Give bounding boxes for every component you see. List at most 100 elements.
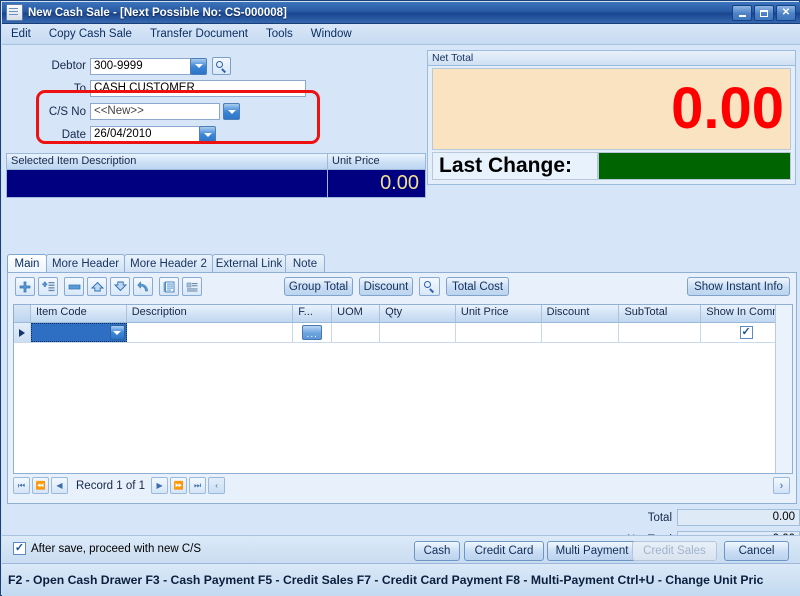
tab-more-header[interactable]: More Header <box>46 254 125 273</box>
maximize-button[interactable] <box>754 5 774 21</box>
debtor-label: Debtor <box>51 60 86 72</box>
date-row: Date 26/04/2010 <box>6 126 216 143</box>
window-title: New Cash Sale - [Next Possible No: CS-00… <box>28 6 287 19</box>
next-page-button[interactable]: ⏩ <box>170 477 188 494</box>
selected-item-description-header: Selected Item Description <box>6 153 328 170</box>
grid-header-description[interactable]: Description <box>127 305 294 322</box>
to-input[interactable]: CASH CUSTOMER <box>90 80 306 97</box>
total-value: 0.00 <box>677 509 800 526</box>
item-code-dropdown-button[interactable] <box>109 325 125 340</box>
tab-external-link[interactable]: External Link <box>212 254 286 273</box>
first-record-button[interactable]: ⏮ <box>13 477 30 494</box>
menu-item-window[interactable]: Window <box>302 26 361 42</box>
prev-page-button[interactable]: ⏪ <box>32 477 49 494</box>
total-cost-button[interactable]: Total Cost <box>446 277 509 296</box>
cash-sale-window: New Cash Sale - [Next Possible No: CS-00… <box>0 0 800 596</box>
cash-button[interactable]: Cash <box>414 541 460 561</box>
net-total-value: 0.00 <box>671 76 784 141</box>
csno-dropdown-button[interactable] <box>223 103 240 120</box>
debtor-row: Debtor 300-9999 <box>6 57 231 75</box>
show-instant-info-button[interactable]: Show Instant Info <box>687 277 790 296</box>
row-indicator <box>14 323 31 342</box>
client-area: Debtor 300-9999 To CASH CUSTOMER C/S No … <box>2 45 800 596</box>
list-icon <box>163 281 175 292</box>
scroll-right-button[interactable]: › <box>773 477 790 494</box>
window-controls: ✕ <box>732 5 796 21</box>
date-input[interactable]: 26/04/2010 <box>90 126 200 143</box>
cell-discount[interactable] <box>541 323 620 342</box>
list-button[interactable] <box>159 277 179 296</box>
date-label: Date <box>61 128 86 141</box>
csno-input[interactable]: <<New>> <box>90 103 220 120</box>
total-label: Total <box>647 511 672 524</box>
debtor-input[interactable]: 300-9999 <box>90 57 191 75</box>
menu-item-tools[interactable]: Tools <box>257 26 302 42</box>
grid-header-unit-price[interactable]: Unit Price <box>456 305 542 322</box>
grid-header-qty[interactable]: Qty <box>380 305 456 322</box>
cancel-button[interactable]: Cancel <box>724 541 789 561</box>
add-icon <box>19 281 31 292</box>
cell-item-code[interactable] <box>30 323 127 342</box>
cell-f[interactable]: ... <box>293 323 333 342</box>
debtor-dropdown-button[interactable] <box>190 57 207 75</box>
credit-card-button[interactable]: Credit Card <box>464 541 544 561</box>
add-row-button[interactable] <box>15 277 35 296</box>
net-total-caption: Net Total <box>428 51 795 66</box>
search-button[interactable] <box>419 277 440 296</box>
close-button[interactable]: ✕ <box>776 5 796 21</box>
grid-header-discount[interactable]: Discount <box>542 305 620 322</box>
minimize-button[interactable] <box>732 5 752 21</box>
tab-more-header-2[interactable]: More Header 2 <box>124 254 213 273</box>
insert-row-button[interactable] <box>38 277 58 296</box>
next-record-button[interactable]: ▶ <box>151 477 169 494</box>
f-ellipsis-button[interactable]: ... <box>302 325 323 340</box>
grid-header-f[interactable]: F... <box>293 305 333 322</box>
after-save-row[interactable]: ✓ After save, proceed with new C/S <box>13 542 201 555</box>
delete-row-button[interactable] <box>64 277 84 296</box>
tab-note[interactable]: Note <box>285 254 325 273</box>
date-dropdown-button[interactable] <box>199 126 216 143</box>
prev-record-button[interactable]: ◀ <box>51 477 68 494</box>
grid-header-subtotal[interactable]: SubTotal <box>619 305 702 322</box>
selected-item-description-value <box>6 170 328 198</box>
move-up-button[interactable] <box>87 277 107 296</box>
cell-uom[interactable] <box>332 323 381 342</box>
grid-header-uom[interactable]: UOM <box>332 305 381 322</box>
grid-header-item-code[interactable]: Item Code <box>31 305 127 322</box>
debtor-lookup-button[interactable] <box>212 57 231 75</box>
after-save-checkbox[interactable]: ✓ <box>13 542 26 555</box>
document-icon <box>6 4 23 21</box>
group-total-button[interactable]: Group Total <box>284 277 353 296</box>
detail-button[interactable] <box>182 277 202 296</box>
grid-vertical-scrollbar[interactable] <box>775 305 792 473</box>
cell-unit-price[interactable] <box>455 323 542 342</box>
collapse-button[interactable]: ‹ <box>208 477 226 494</box>
table-row[interactable]: ... ✓ <box>14 323 792 343</box>
calendar-chevron-icon <box>203 132 212 137</box>
last-record-button[interactable]: ⏭ <box>189 477 207 494</box>
selected-item-unit-price-header: Unit Price <box>327 153 426 170</box>
menu-item-edit[interactable]: Edit <box>2 26 40 42</box>
selected-item-strip: Selected Item Description Unit Price 0.0… <box>6 153 426 198</box>
show-in-comm-checkbox[interactable]: ✓ <box>739 326 753 339</box>
header-fields: Debtor 300-9999 To CASH CUSTOMER C/S No … <box>6 49 426 153</box>
grid-toolbar: Group Total Discount Total Cost Show Ins… <box>8 273 796 299</box>
record-navigator: ⏮ ⏪ ◀ Record 1 of 1 ▶ ⏩ ⏭ ‹ › <box>13 476 793 495</box>
to-label: To <box>73 82 86 95</box>
cell-qty[interactable] <box>380 323 456 342</box>
discount-button[interactable]: Discount <box>359 277 413 296</box>
cell-description[interactable] <box>126 323 294 342</box>
menu-item-copy-cash-sale[interactable]: Copy Cash Sale <box>40 26 141 42</box>
tab-main[interactable]: Main <box>7 254 47 273</box>
multi-payment-button[interactable]: Multi Payment <box>547 541 637 561</box>
menu-item-transfer-document[interactable]: Transfer Document <box>141 26 257 42</box>
current-row-arrow-icon <box>18 328 25 337</box>
items-grid[interactable]: Item Code Description F... UOM Qty Unit … <box>13 304 793 474</box>
cell-subtotal[interactable] <box>619 323 702 342</box>
csno-label: C/S No <box>48 105 86 118</box>
grid-header-indicator <box>14 305 31 322</box>
net-total-panel: Net Total 0.00 Last Change: <box>427 50 796 185</box>
net-total-display: 0.00 <box>432 68 791 150</box>
move-down-button[interactable] <box>110 277 130 296</box>
undo-button[interactable] <box>133 277 153 296</box>
